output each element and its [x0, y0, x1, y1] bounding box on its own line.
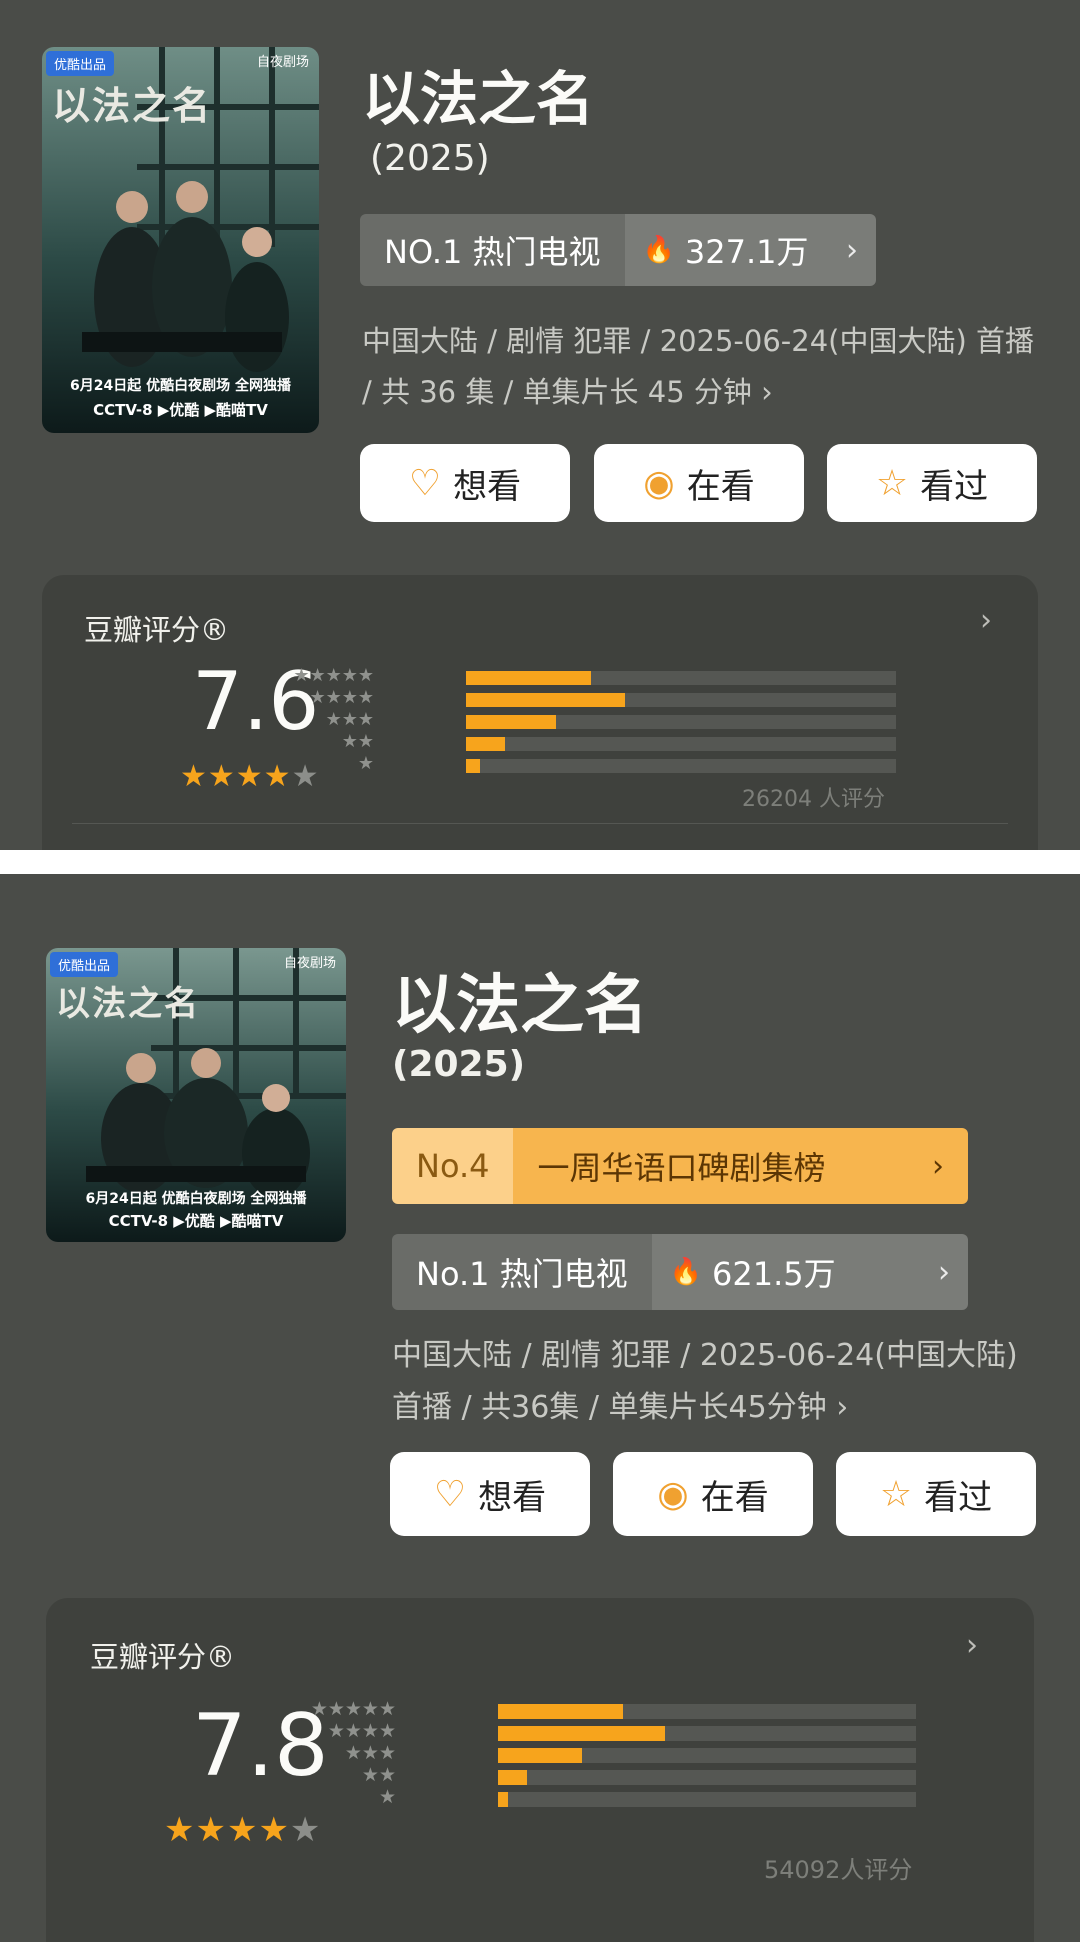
- hot-tv-rank-value: 621.5万: [712, 1255, 836, 1293]
- weekly-chart-rank-label: 一周华语口碑剧集榜: [537, 1149, 826, 1187]
- dist-stars-2: ★★: [361, 1764, 396, 1786]
- show-title: 以法之名: [392, 969, 648, 1043]
- chevron-right-icon: ›: [932, 1148, 944, 1184]
- dist-bar-track-1: [498, 1792, 916, 1807]
- poster-tagline: 6月24日起 优酷白夜剧场 全网独播: [85, 1191, 307, 1207]
- poster-art-title: 以法之名: [52, 83, 213, 128]
- want-to-watch-button[interactable]: ♡ 想看: [390, 1452, 590, 1536]
- dist-bar-fill-3: [466, 715, 557, 729]
- want-to-watch-button[interactable]: ♡ 想看: [360, 444, 570, 522]
- watching-button[interactable]: ◉ 在看: [594, 444, 804, 522]
- dist-stars-1: ★: [357, 753, 374, 774]
- dist-stars-5: ★★★★★: [293, 665, 374, 686]
- poster-logo: 自夜剧场: [283, 956, 336, 971]
- target-icon: ◉: [643, 462, 675, 504]
- dist-bar-fill-3: [498, 1748, 582, 1763]
- poster-platforms: CCTV-8 ▶优酷 ▶酷喵TV: [108, 1212, 284, 1230]
- dist-bar-fill-4: [466, 693, 626, 707]
- star-icon: ☆: [875, 462, 909, 504]
- rating-label: 豆瓣评分®: [90, 1640, 236, 1674]
- dist-bar-track-5: [466, 671, 896, 685]
- target-icon: ◉: [657, 1473, 689, 1515]
- poster-platforms: CCTV-8 ▶优酷 ▶酷喵TV: [93, 401, 268, 419]
- dist-bar-fill-1: [498, 1792, 508, 1807]
- rating-card[interactable]: 豆瓣评分® › 7.6 ★★★★★ ★★★★★ ★★★★ ★★★ ★★ ★ 26204 …: [42, 575, 1038, 850]
- watched-button[interactable]: ☆ 看过: [827, 444, 1037, 522]
- rating-count: 26204 人评分: [742, 787, 885, 812]
- dist-bar-track-5: [498, 1704, 916, 1719]
- show-year: (2025): [392, 1044, 526, 1085]
- dist-bar-fill-2: [498, 1770, 528, 1785]
- weekly-chart-rank-no: No.4: [392, 1128, 514, 1204]
- want-to-watch-label: 想看: [478, 1477, 547, 1518]
- dist-bar-fill-4: [498, 1726, 666, 1741]
- poster-logo: 自夜剧场: [256, 55, 309, 70]
- dist-stars-1: ★: [378, 1786, 396, 1808]
- dist-bar-track-2: [498, 1770, 916, 1785]
- dist-stars-4: ★★★★: [327, 1720, 396, 1742]
- want-to-watch-label: 想看: [453, 466, 522, 507]
- show-meta[interactable]: 中国大陆 / 剧情 犯罪 / 2025-06-24(中国大陆)首播 / 共36集…: [392, 1330, 1042, 1434]
- chevron-right-icon[interactable]: ›: [966, 1628, 978, 1663]
- dist-bar-track-3: [466, 715, 896, 729]
- poster-badge: 优酷出品: [46, 51, 115, 76]
- show-year: (2025): [370, 138, 490, 179]
- chevron-right-icon: ›: [938, 1254, 950, 1290]
- dist-bar-fill-2: [466, 737, 505, 751]
- show-title: 以法之名: [362, 65, 595, 133]
- dist-bar-track-4: [498, 1726, 916, 1741]
- douban-card-top: 优酷出品 自夜剧场 以法之名 6月24日起 优酷白夜剧场 全网独播 CCTV-8…: [0, 0, 1080, 850]
- dist-bar-fill-5: [498, 1704, 624, 1719]
- dist-stars-4: ★★★★: [309, 687, 374, 708]
- rating-label: 豆瓣评分®: [84, 613, 230, 647]
- dist-stars-2: ★★: [341, 731, 374, 752]
- dist-bar-track-2: [466, 737, 896, 751]
- dist-stars-3: ★★★: [325, 709, 374, 730]
- weekly-chart-rank[interactable]: No.4 一周华语口碑剧集榜 ›: [392, 1128, 968, 1204]
- divider: [72, 823, 1008, 824]
- rating-count: 54092人评分: [764, 1856, 913, 1884]
- poster-image[interactable]: 优酷出品 自夜剧场 以法之名 6月24日起 优酷白夜剧场 全网独播 CCTV-8…: [46, 948, 346, 1242]
- hot-tv-rank-label: NO.1 热门电视: [360, 214, 625, 286]
- watched-button[interactable]: ☆ 看过: [836, 1452, 1036, 1536]
- heart-plus-icon: ♡: [408, 462, 442, 504]
- dist-bar-fill-5: [466, 671, 591, 685]
- hot-tv-rank[interactable]: No.1 热门电视 🔥 621.5万 ›: [392, 1234, 968, 1310]
- dist-bar-track-4: [466, 693, 896, 707]
- hot-tv-rank-label: No.1 热门电视: [392, 1234, 652, 1310]
- dist-bar-track-1: [466, 759, 896, 773]
- rating-card[interactable]: 豆瓣评分® › 7.8 ★★★★★ ★★★★★ ★★★★ ★★★ ★★ ★ 54092人…: [46, 1598, 1034, 1942]
- heart-plus-icon: ♡: [433, 1473, 467, 1515]
- dist-stars-5: ★★★★★: [310, 1698, 396, 1720]
- rating-stars: ★★★★★: [164, 1810, 322, 1850]
- show-meta[interactable]: 中国大陆 / 剧情 犯罪 / 2025-06-24(中国大陆) 首播 / 共 3…: [362, 316, 1042, 418]
- poster-image[interactable]: 优酷出品 自夜剧场 以法之名 6月24日起 优酷白夜剧场 全网独播 CCTV-8…: [42, 47, 319, 433]
- poster-tagline: 6月24日起 优酷白夜剧场 全网独播: [70, 378, 291, 394]
- douban-card-bottom: 优酷出品 自夜剧场 以法之名 6月24日起 优酷白夜剧场 全网独播 CCTV-8…: [0, 874, 1080, 1942]
- dist-bar-fill-1: [466, 759, 480, 773]
- chevron-right-icon: ›: [846, 232, 858, 268]
- watching-label: 在看: [700, 1477, 769, 1518]
- poster-badge: 优酷出品: [50, 952, 119, 977]
- dist-stars-3: ★★★: [344, 1742, 396, 1764]
- poster-art-title: 以法之名: [56, 984, 200, 1024]
- chevron-right-icon[interactable]: ›: [980, 603, 992, 638]
- watched-label: 看过: [924, 1477, 993, 1518]
- dist-bar-track-3: [498, 1748, 916, 1763]
- watching-button[interactable]: ◉ 在看: [613, 1452, 813, 1536]
- hot-tv-rank[interactable]: NO.1 热门电视 🔥 327.1万 ›: [360, 214, 876, 286]
- star-icon: ☆: [879, 1473, 913, 1515]
- flame-icon: 🔥: [669, 1257, 703, 1287]
- watching-label: 在看: [686, 466, 755, 507]
- flame-icon: 🔥: [642, 235, 675, 265]
- watched-label: 看过: [920, 466, 989, 507]
- hot-tv-rank-value: 327.1万: [684, 233, 809, 271]
